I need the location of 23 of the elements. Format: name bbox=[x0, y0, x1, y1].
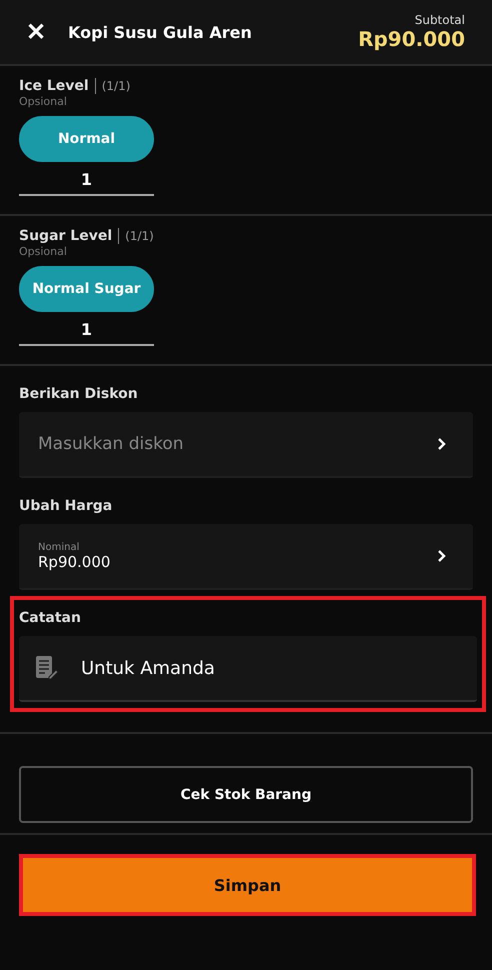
quantity-field[interactable]: 1 bbox=[19, 312, 154, 346]
note-edit-icon bbox=[35, 655, 59, 681]
subtotal-amount: Rp90.000 bbox=[358, 27, 465, 51]
group-count: (1/1) bbox=[125, 229, 154, 243]
section-label: Ubah Harga bbox=[19, 498, 114, 514]
quantity-field[interactable]: 1 bbox=[19, 162, 154, 196]
discount-field[interactable]: Masukkan diskon bbox=[19, 412, 473, 478]
optional-hint: Opsional bbox=[19, 95, 68, 108]
price-field[interactable]: Nominal Rp90.000 bbox=[19, 524, 473, 590]
check-stock-button[interactable]: Cek Stok Barang bbox=[19, 766, 473, 823]
group-title: Sugar Level bbox=[19, 228, 120, 244]
close-button[interactable]: ✕ bbox=[26, 18, 46, 46]
save-button[interactable]: Simpan bbox=[23, 858, 472, 912]
notes-field[interactable]: Untuk Amanda bbox=[19, 636, 477, 702]
product-title: Kopi Susu Gula Aren bbox=[68, 22, 253, 42]
chevron-right-icon bbox=[437, 549, 447, 563]
section-label: Catatan bbox=[19, 610, 82, 626]
optional-hint: Opsional bbox=[19, 245, 68, 258]
subtotal-label: Subtotal bbox=[414, 13, 465, 27]
section-label: Berikan Diskon bbox=[19, 386, 139, 402]
group-count: (1/1) bbox=[102, 79, 130, 93]
group-title: Ice Level bbox=[19, 78, 96, 94]
chevron-right-icon bbox=[437, 437, 447, 451]
